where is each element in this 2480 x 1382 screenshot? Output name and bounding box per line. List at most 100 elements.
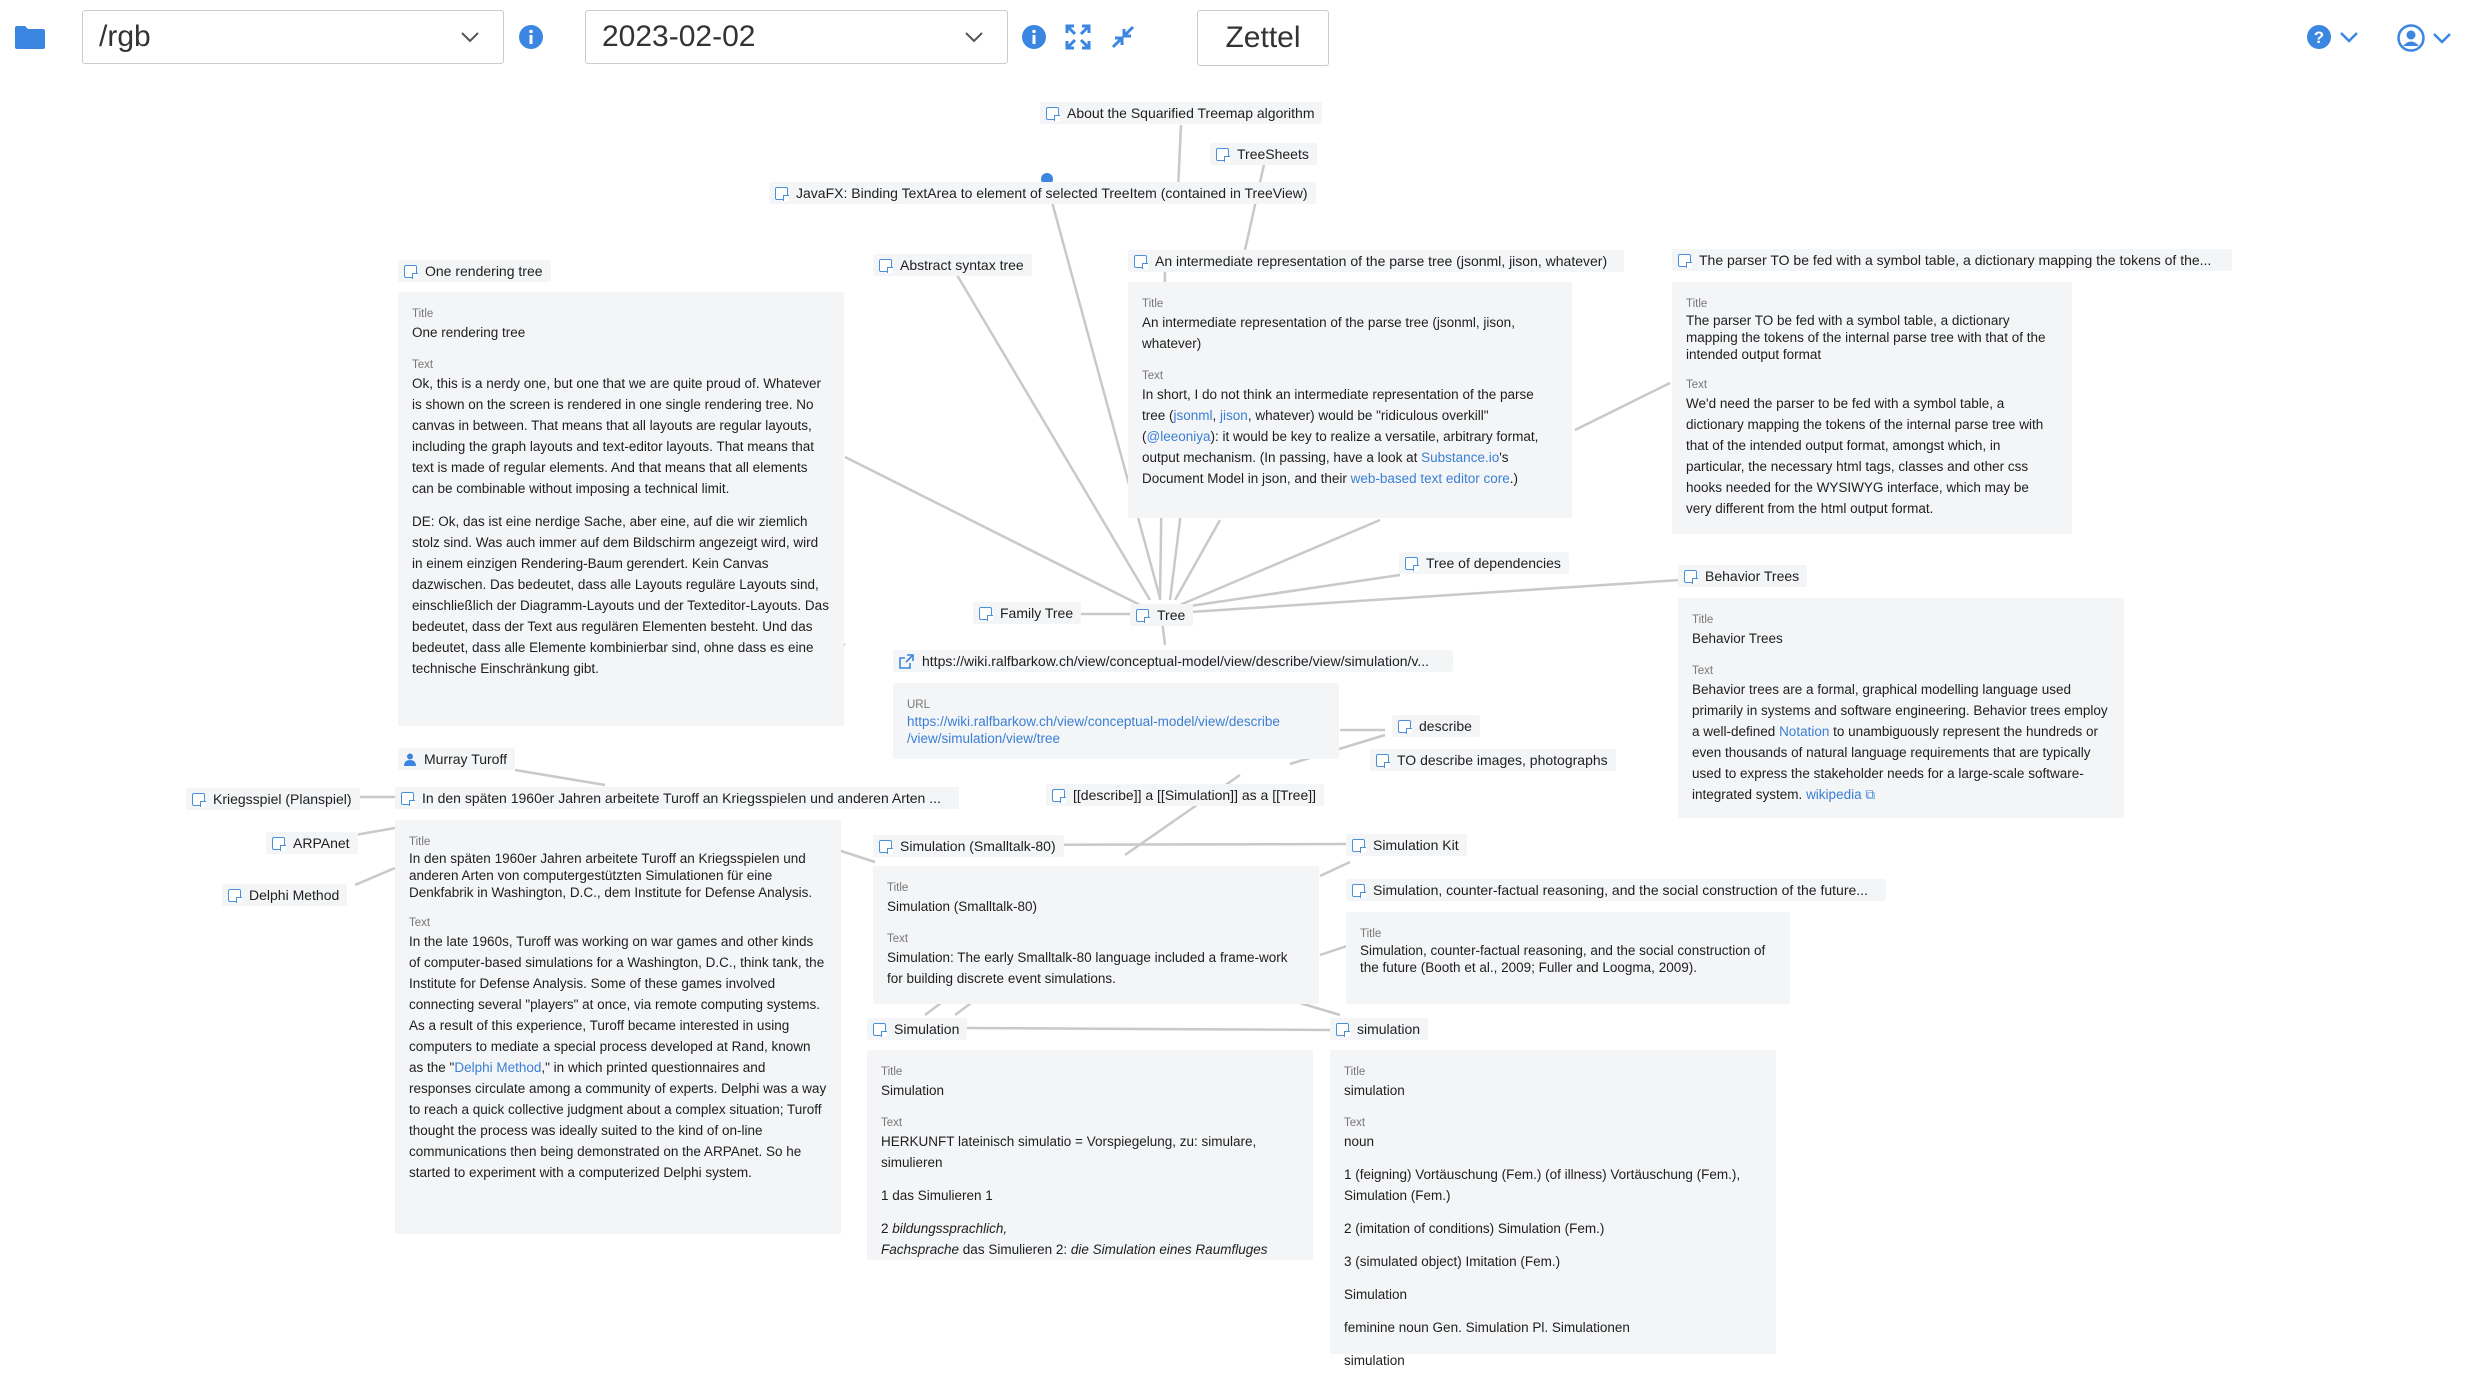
link-leeoniya[interactable]: @leeoniya [1147, 429, 1211, 444]
node-simulation-counterfactual[interactable]: Simulation, counter-factual reasoning, a… [1346, 879, 1886, 901]
node-arpanet[interactable]: ARPAnet [266, 832, 358, 854]
card-simulation: Title Simulation Text HERKUNFT lateinisc… [867, 1050, 1313, 1260]
chevron-down-icon [2433, 33, 2451, 44]
node-simulation-lowercase[interactable]: simulation [1330, 1018, 1429, 1040]
help-menu[interactable]: ? [2306, 24, 2360, 50]
link-wikipedia[interactable]: wikipedia [1806, 787, 1862, 802]
card-text: Simulation: The early Smalltalk-80 langu… [887, 950, 1288, 986]
node-label: An intermediate representation of the pa… [1155, 253, 1608, 269]
node-simulation-kit[interactable]: Simulation Kit [1346, 834, 1467, 856]
card-title: Behavior Trees [1692, 631, 1783, 646]
note-icon [1678, 253, 1691, 267]
path-select-value: /rgb [99, 20, 151, 53]
note-icon [1136, 608, 1149, 622]
node-label: Behavior Trees [1705, 568, 1800, 584]
node-label: Family Tree [1000, 605, 1074, 621]
node-one-rendering-tree[interactable]: One rendering tree [398, 260, 551, 282]
link-web-editor[interactable]: web-based text editor core [1351, 471, 1510, 486]
expand-icon[interactable] [1065, 24, 1091, 55]
node-label: ARPAnet [293, 835, 350, 851]
card-behavior-trees: Title Behavior Trees Text Behavior trees… [1678, 598, 2124, 818]
note-icon [1352, 838, 1365, 852]
card-simulation-lowercase: Title simulation Text noun 1 (feigning) … [1330, 1050, 1776, 1368]
zettel-button[interactable]: Zettel [1197, 10, 1329, 66]
info-icon[interactable] [518, 24, 544, 55]
card-title: Simulation (Smalltalk-80) [887, 899, 1038, 914]
title-label: Title [887, 882, 909, 894]
card-simulation-counterfactual: Title Simulation, counter-factual reason… [1346, 912, 1790, 1004]
node-label: JavaFX: Binding TextArea to element of s… [796, 185, 1308, 201]
chevron-down-icon [965, 32, 983, 43]
date-select-value: 2023-02-02 [602, 20, 756, 53]
node-to-describe-images[interactable]: TO describe images, photographs [1370, 749, 1616, 771]
link-notation[interactable]: Notation [1779, 724, 1829, 739]
card-title: An intermediate representation of the pa… [1142, 315, 1515, 351]
external-link-icon [899, 653, 914, 669]
node-label: Murray Turoff [424, 751, 507, 767]
node-behavior-trees[interactable]: Behavior Trees [1678, 565, 1808, 587]
date-select[interactable]: 2023-02-02 [585, 10, 1008, 64]
node-simulation[interactable]: Simulation [867, 1018, 968, 1040]
text-label: Text [1142, 370, 1164, 382]
note-icon [1336, 1022, 1349, 1036]
note-icon [401, 791, 414, 805]
card-text: simulation [1344, 1353, 1405, 1368]
node-parser-symbol-table[interactable]: The parser TO be fed with a symbol table… [1672, 249, 2232, 271]
title-label: Title [881, 1066, 903, 1078]
card-intermediate-representation: Title An intermediate representation of … [1128, 282, 1572, 518]
node-javafx[interactable]: JavaFX: Binding TextArea to element of s… [769, 182, 1316, 204]
note-icon [1046, 106, 1059, 120]
node-abstract-syntax-tree[interactable]: Abstract syntax tree [873, 254, 1032, 276]
node-label: Simulation (Smalltalk-80) [900, 838, 1056, 854]
compress-icon[interactable] [1110, 24, 1136, 55]
node-label: The parser TO be fed with a symbol table… [1699, 252, 2212, 268]
note-icon [879, 258, 892, 272]
note-icon [404, 264, 417, 278]
node-label: Simulation [894, 1021, 960, 1037]
link-jsonml[interactable]: jsonml [1174, 408, 1213, 423]
note-icon [1134, 254, 1147, 268]
node-simulation-smalltalk[interactable]: Simulation (Smalltalk-80) [873, 835, 1064, 857]
node-in-den-spaeten[interactable]: In den späten 1960er Jahren arbeitete Tu… [395, 787, 959, 809]
node-family-tree[interactable]: Family Tree [973, 602, 1082, 624]
note-icon [775, 186, 788, 200]
node-label: [[describe]] a [[Simulation]] as a [[Tre… [1073, 787, 1317, 803]
note-icon [272, 836, 285, 850]
node-murray-turoff[interactable]: Murray Turoff [398, 748, 515, 770]
node-describe[interactable]: describe [1392, 715, 1480, 737]
node-delphi-method[interactable]: Delphi Method [222, 884, 348, 906]
card-wiki-url: URL https://wiki.ralfbarkow.ch/view/conc… [893, 683, 1339, 759]
card-title: simulation [1344, 1083, 1405, 1098]
svg-text:?: ? [2314, 28, 2324, 47]
text-label: Text [1686, 379, 1708, 391]
path-select[interactable]: /rgb [82, 10, 504, 64]
url-label: URL [907, 699, 931, 711]
node-label: simulation [1357, 1021, 1421, 1037]
card-text: Simulation [1344, 1287, 1408, 1302]
link-jison[interactable]: jison [1220, 408, 1248, 423]
link-substance[interactable]: Substance.io [1421, 450, 1499, 465]
card-text: 2 bildungssprachlich, Fachsprache das Sim… [881, 1221, 1268, 1257]
node-kriegsspiel[interactable]: Kriegsspiel (Planspiel) [186, 788, 360, 810]
info-icon[interactable] [1021, 24, 1047, 55]
node-label: Tree [1157, 607, 1186, 623]
node-describe-simulation-tree[interactable]: [[describe]] a [[Simulation]] as a [[Tre… [1046, 784, 1325, 806]
card-text: feminine noun Gen. Simulation Pl. Simula… [1344, 1320, 1630, 1335]
user-menu[interactable] [2397, 24, 2453, 52]
help-icon: ? [2307, 25, 2331, 49]
node-intermediate-representation[interactable]: An intermediate representation of the pa… [1128, 250, 1624, 272]
folder-icon[interactable] [14, 24, 46, 50]
link-delphi-method[interactable]: Delphi Method [454, 1060, 541, 1075]
title-label: Title [412, 308, 434, 320]
node-tree[interactable]: Tree [1130, 604, 1194, 626]
card-text: 2 (imitation of conditions) Simulation (… [1344, 1221, 1605, 1236]
title-label: Title [1692, 614, 1714, 626]
node-tree-of-dependencies[interactable]: Tree of dependencies [1399, 552, 1569, 574]
note-icon [979, 606, 992, 620]
note-icon [228, 888, 241, 902]
node-squarified-treemap[interactable]: About the Squarified Treemap algorithm [1040, 102, 1323, 124]
node-wiki-url[interactable]: https://wiki.ralfbarkow.ch/view/conceptu… [893, 650, 1453, 672]
card-url-link[interactable]: https://wiki.ralfbarkow.ch/view/conceptu… [907, 713, 1325, 747]
node-label: describe [1419, 718, 1472, 734]
node-treesheets[interactable]: TreeSheets [1210, 143, 1317, 165]
